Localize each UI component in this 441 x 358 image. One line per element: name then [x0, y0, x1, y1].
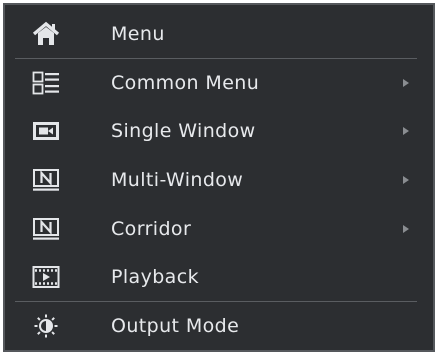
- menu-item-label: Output Mode: [111, 314, 240, 337]
- menu-item-corridor[interactable]: Corridor: [11, 204, 431, 253]
- single-window-icon: [29, 117, 63, 145]
- menu-item-label: Playback: [111, 266, 199, 289]
- menu-item-multi-window[interactable]: Multi-Window: [11, 156, 431, 205]
- output-mode-icon: [29, 312, 63, 340]
- menu-item-label: Single Window: [111, 120, 256, 143]
- menu-item-menu[interactable]: Menu: [11, 10, 431, 59]
- menu-item-common-menu[interactable]: Common Menu: [11, 59, 431, 108]
- playback-icon: [29, 263, 63, 291]
- menu-item-label: Common Menu: [111, 71, 260, 94]
- common-menu-icon: [29, 69, 63, 97]
- submenu-arrow-icon: [403, 224, 409, 233]
- menu-item-playback[interactable]: Playback: [11, 253, 431, 302]
- submenu-arrow-icon: [403, 78, 409, 87]
- menu-item-label: Menu: [111, 23, 165, 46]
- multi-window-icon: [29, 166, 63, 194]
- corridor-icon: [29, 215, 63, 243]
- menu-item-output-mode[interactable]: Output Mode: [11, 302, 431, 351]
- menu-item-label: Multi-Window: [111, 169, 244, 192]
- home-icon: [29, 20, 63, 48]
- submenu-arrow-icon: [403, 176, 409, 185]
- submenu-arrow-icon: [403, 127, 409, 136]
- menu-list: Menu Common Menu Single Window Multi-Win…: [11, 10, 431, 350]
- menu-item-single-window[interactable]: Single Window: [11, 107, 431, 156]
- context-menu: Menu Common Menu Single Window Multi-Win…: [3, 3, 435, 352]
- menu-item-label: Corridor: [111, 217, 192, 240]
